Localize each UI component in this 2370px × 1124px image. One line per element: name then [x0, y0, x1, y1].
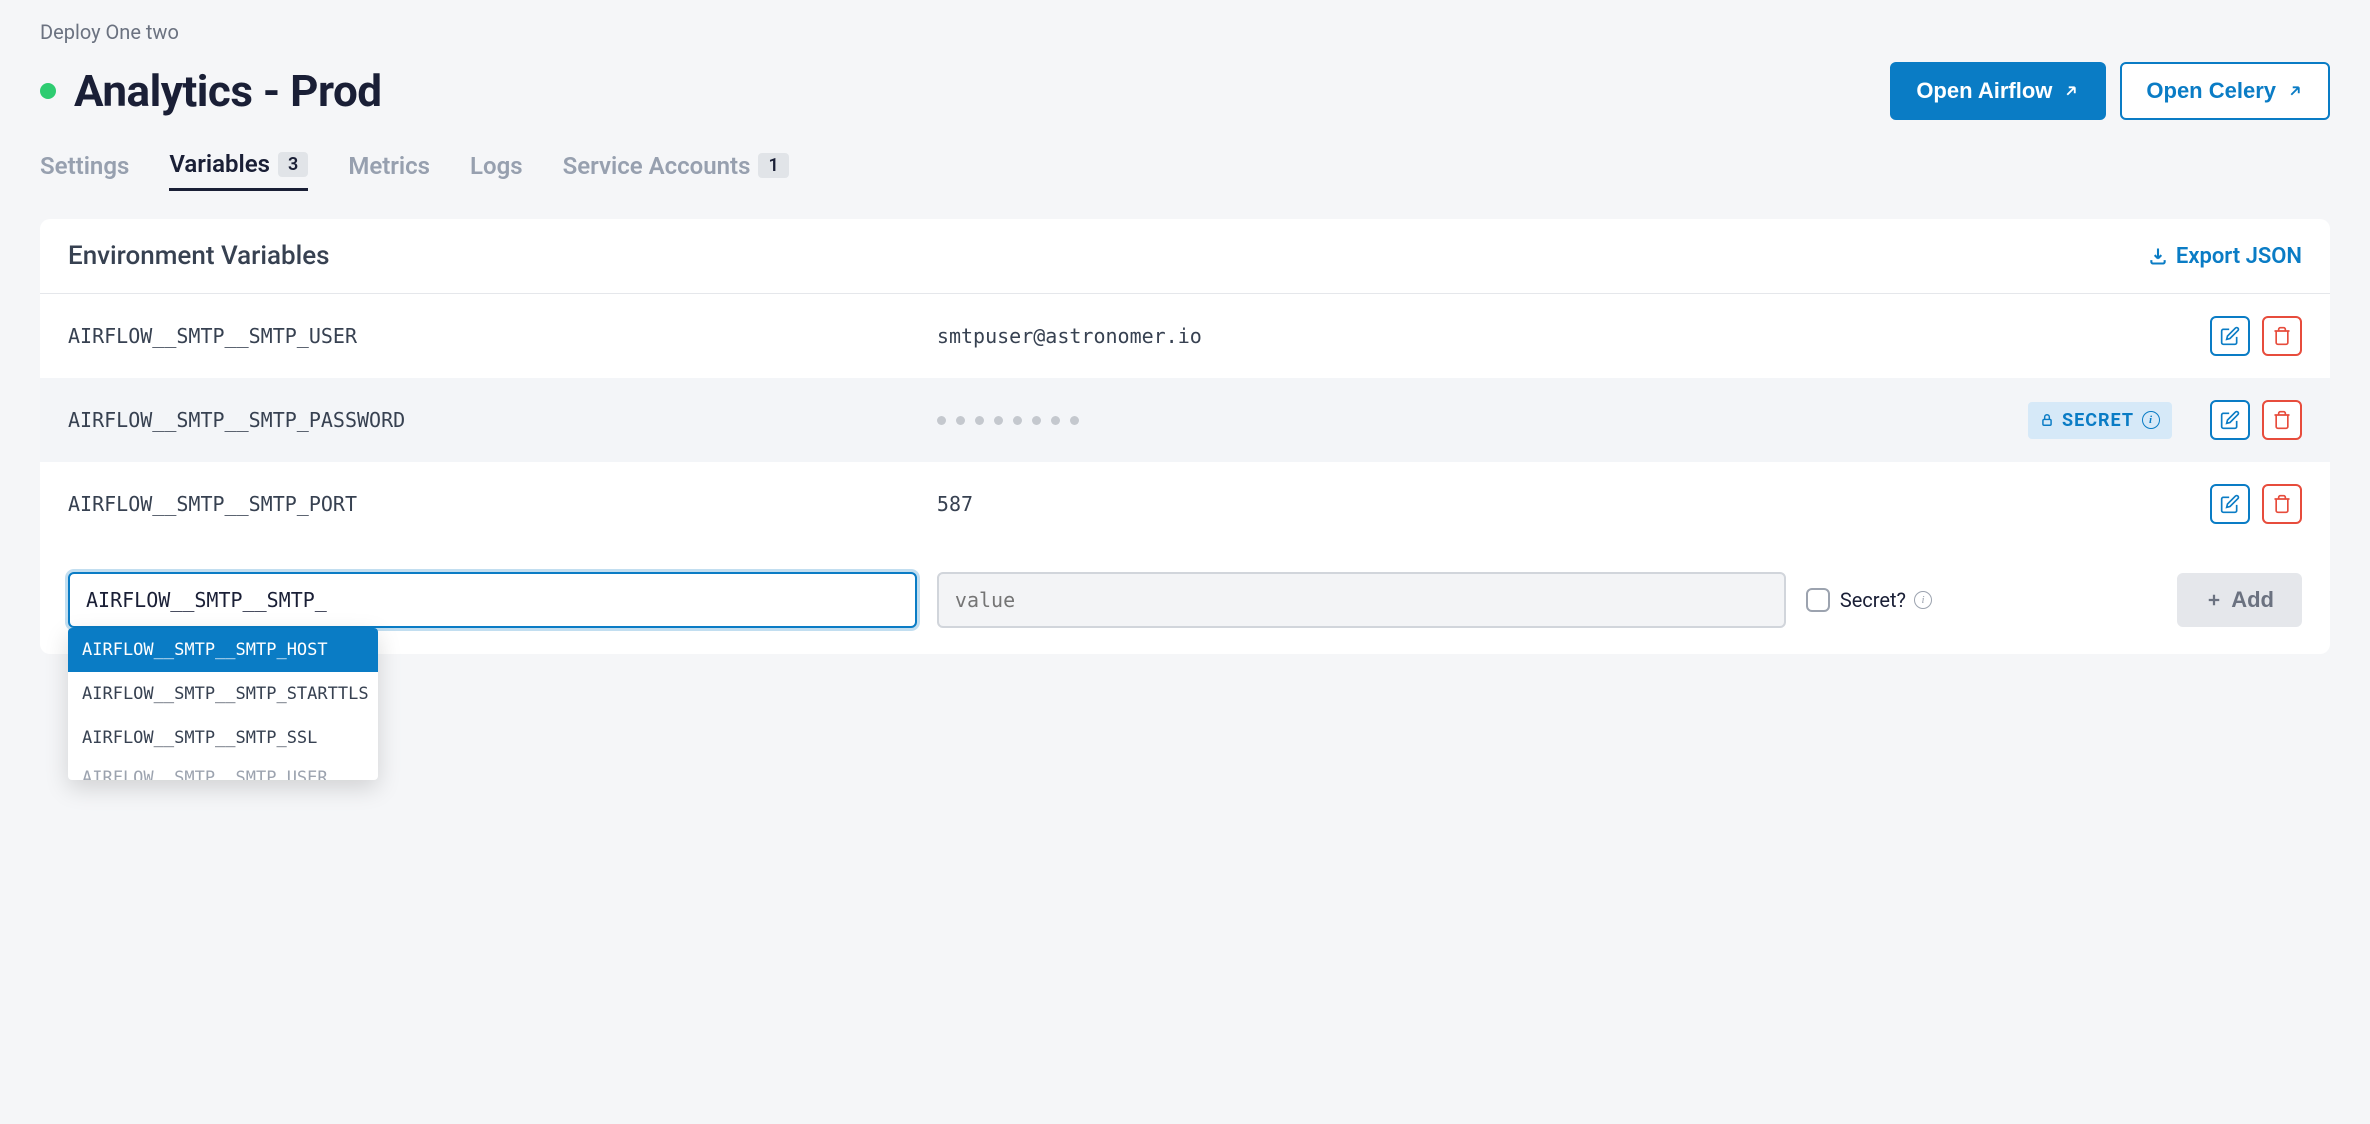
tab-logs[interactable]: Logs	[470, 150, 523, 191]
variable-key-input[interactable]	[68, 572, 917, 628]
tab-service-accounts[interactable]: Service Accounts 1	[563, 150, 789, 191]
info-icon[interactable]: i	[1914, 591, 1932, 609]
delete-button[interactable]	[2262, 316, 2302, 356]
info-icon[interactable]: i	[2142, 411, 2160, 429]
download-icon	[2148, 246, 2168, 266]
plus-icon	[2205, 591, 2223, 609]
edit-button[interactable]	[2210, 400, 2250, 440]
secret-mask	[937, 416, 1079, 425]
edit-icon	[2220, 326, 2240, 346]
add-button[interactable]: Add	[2177, 573, 2302, 627]
tabs: Settings Variables 3 Metrics Logs Servic…	[40, 150, 2330, 191]
secret-checkbox[interactable]	[1806, 588, 1830, 612]
tab-variables-label: Variables	[169, 150, 270, 178]
autocomplete-item[interactable]: AIRFLOW__SMTP__SMTP_USER	[68, 760, 378, 780]
autocomplete-dropdown: AIRFLOW__SMTP__SMTP_HOST AIRFLOW__SMTP__…	[68, 628, 378, 780]
secret-badge-label: SECRET	[2062, 410, 2134, 431]
open-celery-button[interactable]: Open Celery	[2120, 62, 2330, 120]
open-airflow-label: Open Airflow	[1916, 78, 2052, 104]
lock-icon	[2040, 413, 2054, 427]
variable-value: smtpuser@astronomer.io	[937, 324, 1992, 348]
open-celery-label: Open Celery	[2146, 78, 2276, 104]
tab-variables-count: 3	[278, 152, 308, 177]
add-variable-row: AIRFLOW__SMTP__SMTP_HOST AIRFLOW__SMTP__…	[40, 546, 2330, 654]
variable-key: AIRFLOW__SMTP__SMTP_PORT	[68, 492, 917, 516]
card-title: Environment Variables	[68, 241, 330, 271]
export-json-link[interactable]: Export JSON	[2148, 244, 2302, 269]
export-json-label: Export JSON	[2176, 244, 2302, 269]
variable-row: AIRFLOW__SMTP__SMTP_PORT 587	[40, 462, 2330, 546]
tab-service-accounts-label: Service Accounts	[563, 152, 751, 180]
variable-value: 587	[937, 492, 1992, 516]
trash-icon	[2272, 326, 2292, 346]
autocomplete-item[interactable]: AIRFLOW__SMTP__SMTP_HOST	[68, 628, 378, 672]
add-button-label: Add	[2231, 587, 2274, 613]
edit-button[interactable]	[2210, 316, 2250, 356]
trash-icon	[2272, 494, 2292, 514]
trash-icon	[2272, 410, 2292, 430]
tab-variables[interactable]: Variables 3	[169, 150, 308, 191]
autocomplete-item[interactable]: AIRFLOW__SMTP__SMTP_SSL	[68, 716, 378, 760]
env-variables-card: Environment Variables Export JSON AIRFLO…	[40, 219, 2330, 654]
edit-icon	[2220, 494, 2240, 514]
open-airflow-button[interactable]: Open Airflow	[1890, 62, 2106, 120]
breadcrumb[interactable]: Deploy One two	[40, 20, 2330, 44]
delete-button[interactable]	[2262, 400, 2302, 440]
variable-row: AIRFLOW__SMTP__SMTP_USER smtpuser@astron…	[40, 294, 2330, 378]
secret-badge: SECRET i	[2028, 402, 2172, 439]
edit-button[interactable]	[2210, 484, 2250, 524]
external-link-icon	[2062, 82, 2080, 100]
status-indicator	[40, 83, 56, 99]
variable-value-secret	[937, 416, 1992, 425]
variable-key: AIRFLOW__SMTP__SMTP_USER	[68, 324, 917, 348]
tab-service-accounts-count: 1	[758, 153, 788, 178]
external-link-icon	[2286, 82, 2304, 100]
tab-settings[interactable]: Settings	[40, 150, 129, 191]
variable-row: AIRFLOW__SMTP__SMTP_PASSWORD SECRET i	[40, 378, 2330, 462]
autocomplete-item[interactable]: AIRFLOW__SMTP__SMTP_STARTTLS	[68, 672, 378, 716]
secret-label: Secret?	[1840, 588, 1906, 612]
tab-metrics[interactable]: Metrics	[348, 150, 430, 191]
variable-key: AIRFLOW__SMTP__SMTP_PASSWORD	[68, 408, 917, 432]
delete-button[interactable]	[2262, 484, 2302, 524]
page-title: Analytics - Prod	[74, 65, 382, 117]
edit-icon	[2220, 410, 2240, 430]
variable-value-input[interactable]	[937, 572, 1786, 628]
